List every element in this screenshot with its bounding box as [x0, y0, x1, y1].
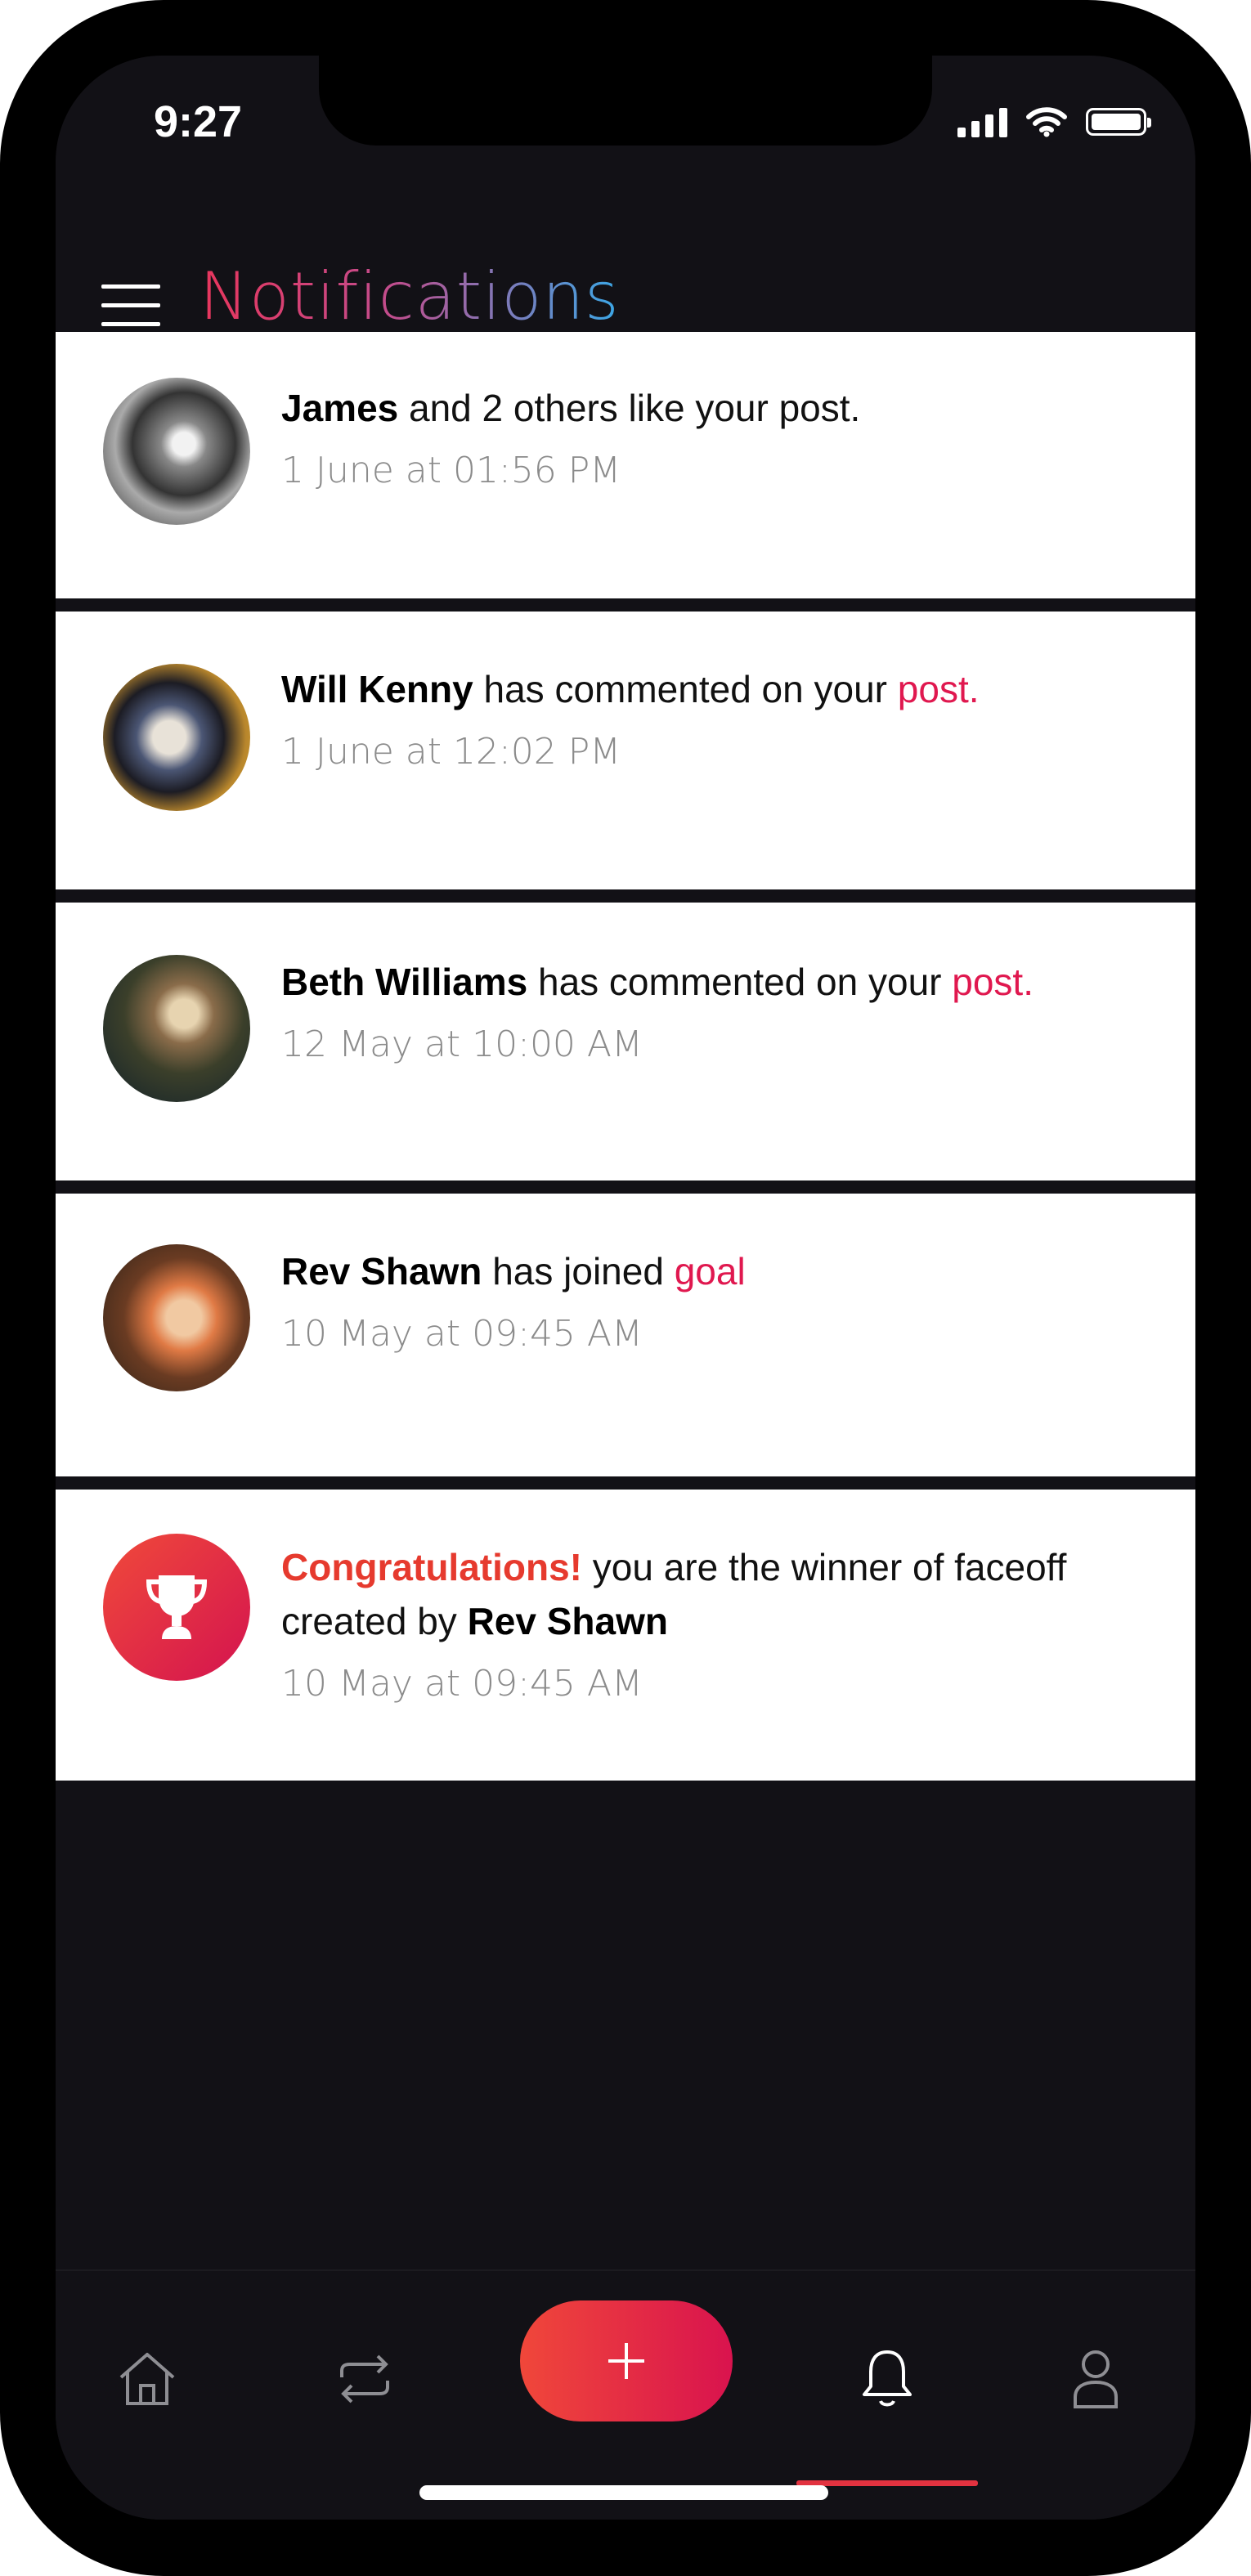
- user-name[interactable]: Beth Williams: [281, 961, 527, 1003]
- cellular-signal-icon: [957, 106, 1007, 137]
- post-link[interactable]: post.: [952, 961, 1034, 1003]
- notification-message: Beth Williams has commented on your post…: [281, 955, 1114, 1009]
- message-text: has joined: [492, 1250, 664, 1292]
- page-title: Notifications: [200, 258, 620, 334]
- notch: [319, 56, 932, 146]
- timestamp: 12 May at 10:00 AM: [281, 1024, 643, 1065]
- timestamp: 1 June at 12:02 PM: [281, 731, 621, 773]
- notification-item[interactable]: James and 2 others like your post. 1 Jun…: [56, 332, 1195, 598]
- notification-message: Rev Shawn has joined goal: [281, 1244, 1114, 1298]
- trophy-icon: [146, 1575, 208, 1639]
- battery-icon: [1086, 108, 1151, 136]
- post-link[interactable]: post.: [898, 668, 980, 710]
- bottom-navigation: [56, 2269, 1195, 2520]
- user-name[interactable]: Rev Shawn: [281, 1250, 482, 1292]
- timestamp: 1 June at 01:56 PM: [281, 450, 621, 491]
- home-indicator[interactable]: [419, 2485, 828, 2500]
- trophy-avatar: [103, 1534, 250, 1681]
- repeat-icon: [340, 2354, 389, 2404]
- goal-link[interactable]: goal: [675, 1250, 746, 1292]
- plus-icon: [608, 2343, 644, 2379]
- home-icon: [119, 2353, 175, 2405]
- notification-item[interactable]: Will Kenny has commented on your post. 1…: [56, 612, 1195, 889]
- phone-frame: 9:27 Notifications James and 2 others li…: [0, 0, 1251, 2576]
- avatar: [103, 378, 250, 525]
- message-text: has commented on your: [537, 961, 942, 1003]
- app-header: Notifications: [56, 203, 1195, 334]
- message-text: has commented on your: [483, 668, 888, 710]
- notification-message: James and 2 others like your post.: [281, 381, 1114, 435]
- notification-item[interactable]: Rev Shawn has joined goal 10 May at 09:4…: [56, 1194, 1195, 1476]
- wifi-icon: [1026, 107, 1067, 137]
- notification-list: James and 2 others like your post. 1 Jun…: [56, 332, 1195, 1781]
- status-time: 9:27: [154, 97, 243, 146]
- app-screen: 9:27 Notifications James and 2 others li…: [56, 56, 1195, 2520]
- timestamp: 10 May at 09:45 AM: [281, 1313, 643, 1355]
- user-name[interactable]: Rev Shawn: [468, 1600, 668, 1642]
- nav-home[interactable]: [98, 2330, 196, 2428]
- nav-repeat[interactable]: [316, 2330, 414, 2428]
- avatar: [103, 955, 250, 1102]
- notification-item[interactable]: Beth Williams has commented on your post…: [56, 903, 1195, 1180]
- menu-icon[interactable]: [101, 284, 160, 327]
- notification-message: Will Kenny has commented on your post.: [281, 662, 1114, 716]
- user-name[interactable]: Will Kenny: [281, 668, 473, 710]
- nav-notifications[interactable]: [838, 2330, 936, 2428]
- nav-profile[interactable]: [1047, 2330, 1145, 2428]
- user-icon: [1074, 2350, 1118, 2408]
- congrats-highlight: Congratulations!: [281, 1546, 582, 1588]
- notification-item[interactable]: Congratulations! you are the winner of f…: [56, 1490, 1195, 1781]
- status-icons: [957, 106, 1151, 137]
- avatar: [103, 664, 250, 811]
- message-text: and 2 others like your post.: [409, 387, 861, 429]
- bell-icon: [863, 2350, 912, 2407]
- avatar: [103, 1244, 250, 1391]
- add-button[interactable]: [520, 2300, 733, 2421]
- user-name[interactable]: James: [281, 387, 398, 429]
- timestamp: 10 May at 09:45 AM: [281, 1663, 643, 1705]
- notification-message: Congratulations! you are the winner of f…: [281, 1540, 1114, 1648]
